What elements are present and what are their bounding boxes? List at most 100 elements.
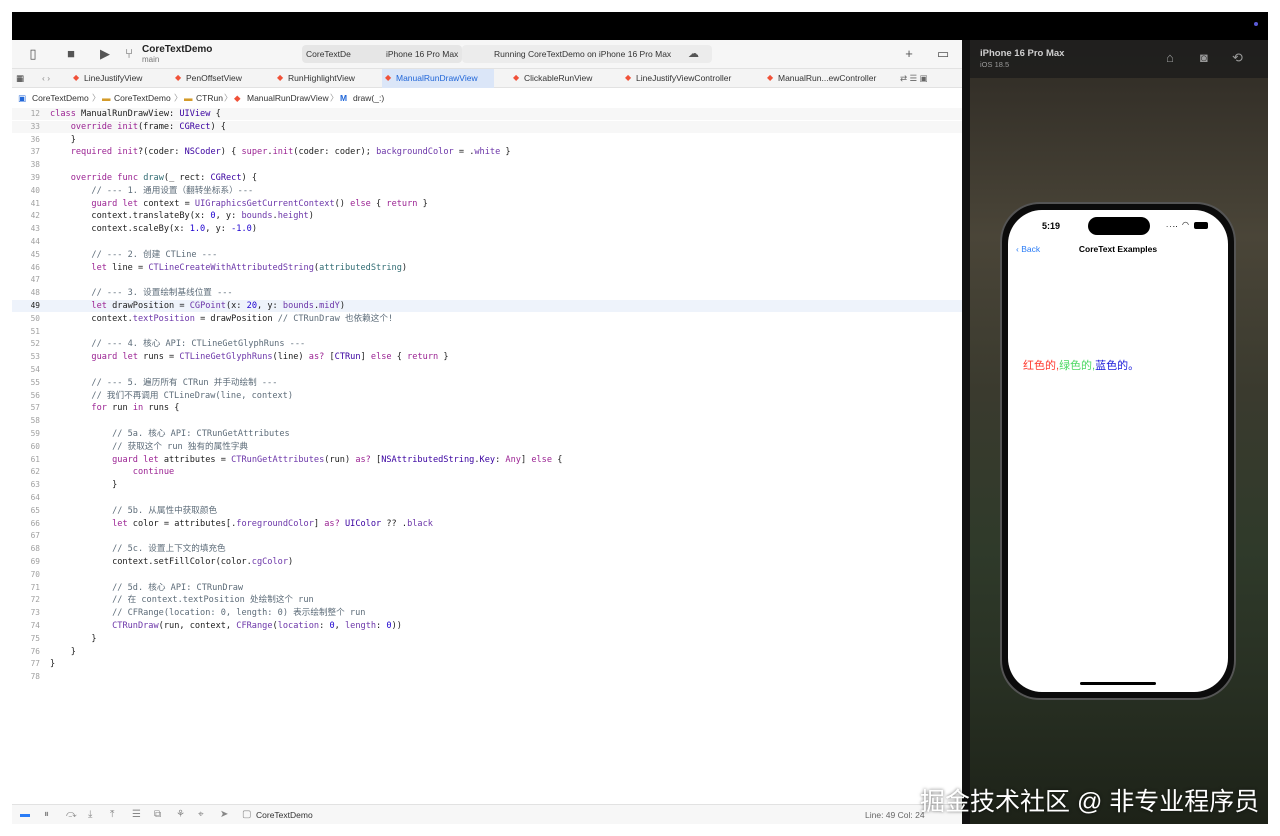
- code-line[interactable]: 65 // 5b. 从属性中获取颜色: [12, 505, 962, 517]
- editor-tabs: ▦ ‹ › ◆ LineJustifyView ◆ PenOffsetView ◆ R…: [12, 68, 962, 88]
- line-number: 38: [30, 160, 40, 170]
- code-line[interactable]: 48 // --- 3. 设置绘制基线位置 ---: [12, 287, 962, 299]
- environment-icon[interactable]: ⚘: [176, 808, 185, 822]
- code-line[interactable]: 44: [12, 236, 962, 248]
- code-line[interactable]: 37 required init?(coder: NSCoder) { supe…: [12, 146, 962, 158]
- tab-line-justify-view[interactable]: ◆ LineJustifyView: [70, 69, 162, 88]
- code-line[interactable]: 12 class ManualRunDrawView: UIView {: [12, 108, 962, 120]
- code-line[interactable]: 43 context.scaleBy(x: 1.0, y: -1.0): [12, 223, 962, 235]
- sidebar-toggle-icon[interactable]: ▯: [24, 45, 42, 63]
- code-line[interactable]: 61 guard let attributes = CTRunGetAttrib…: [12, 454, 962, 466]
- code-line[interactable]: 78: [12, 671, 962, 683]
- tab-clickable-run-view[interactable]: ◆ ClickableRunView: [510, 69, 610, 88]
- code-line[interactable]: 63 }: [12, 479, 962, 491]
- tab-line-justify-view-controller[interactable]: ◆ LineJustifyViewController: [622, 69, 752, 88]
- code-editor[interactable]: 12 class ManualRunDrawView: UIView {33 ov…: [12, 108, 962, 808]
- code-line[interactable]: 68 // 5c. 设置上下文的填充色: [12, 543, 962, 555]
- code-line[interactable]: 71 // 5d. 核心 API: CTRunDraw: [12, 582, 962, 594]
- code-text: // 5d. 核心 API: CTRunDraw: [112, 582, 244, 593]
- code-line[interactable]: 74 CTRunDraw(run, context, CFRange(locat…: [12, 620, 962, 632]
- code-line[interactable]: 45 // --- 2. 创建 CTLine ---: [12, 249, 962, 261]
- code-line[interactable]: 64: [12, 492, 962, 504]
- tab-manual-run-draw-view[interactable]: ◆ ManualRunDrawView: [382, 69, 494, 88]
- code-line[interactable]: 62 continue: [12, 466, 962, 478]
- line-number: 46: [30, 262, 40, 272]
- scheme-target[interactable]: CoreTextDe: [306, 45, 351, 63]
- cursor-position: Line: 49 Col: 24: [865, 810, 925, 820]
- run-icon[interactable]: ▶: [96, 45, 114, 63]
- code-line[interactable]: 72 // 在 context.textPosition 处绘制这个 run: [12, 594, 962, 606]
- code-text: // 在 context.textPosition 处绘制这个 run: [112, 595, 314, 606]
- breadcrumb-file[interactable]: ManualRunDrawView: [247, 90, 329, 106]
- inspector-toggle-icon[interactable]: ▭: [934, 45, 952, 63]
- code-text: }: [50, 480, 118, 491]
- editor-options-icon[interactable]: ⇄ ☰ ▣: [898, 69, 958, 88]
- nav-back-forward-icon[interactable]: ‹ ›: [38, 69, 66, 88]
- code-line[interactable]: 54: [12, 364, 962, 376]
- iphone-screen[interactable]: 5:19 ..‥ ◠ ‹ Back CoreText Examples 红色的,…: [1008, 210, 1228, 692]
- code-line[interactable]: 56 // 我们不再调用 CTLineDraw(line, context): [12, 390, 962, 402]
- code-line[interactable]: 59 // 5a. 核心 API: CTRunGetAttributes: [12, 428, 962, 440]
- code-line[interactable]: 66 let color = attributes[.foregroundCol…: [12, 518, 962, 530]
- code-line[interactable]: 75 }: [12, 633, 962, 645]
- cloud-icon[interactable]: ☁: [688, 45, 699, 63]
- breadcrumb-project[interactable]: CoreTextDemo: [32, 90, 89, 106]
- simulate-location-icon[interactable]: ⌖: [198, 808, 204, 822]
- code-line[interactable]: 50 context.textPosition = drawPosition /…: [12, 313, 962, 325]
- pause-icon[interactable]: ⏸: [44, 808, 49, 822]
- code-line[interactable]: 53 guard let runs = CTLineGetGlyphRuns(l…: [12, 351, 962, 363]
- branch-name: main: [142, 55, 160, 64]
- code-line[interactable]: 40 // --- 1. 通用设置（翻转坐标系）---: [12, 185, 962, 197]
- code-line[interactable]: 77}: [12, 658, 962, 670]
- scheme-device[interactable]: iPhone 16 Pro Max: [386, 45, 458, 63]
- code-line[interactable]: 69 context.setFillColor(color.cgColor): [12, 556, 962, 568]
- step-over-icon[interactable]: ⤼: [66, 808, 77, 822]
- location-arrow-icon[interactable]: ➤: [220, 808, 228, 822]
- code-line[interactable]: 52 // --- 4. 核心 API: CTLineGetGlyphRuns …: [12, 338, 962, 350]
- rotate-icon[interactable]: ⟲: [1232, 50, 1243, 66]
- code-line[interactable]: 36 }: [12, 134, 962, 146]
- code-line[interactable]: 51: [12, 326, 962, 338]
- code-line[interactable]: 42 context.translateBy(x: 0, y: bounds.h…: [12, 210, 962, 222]
- stop-icon[interactable]: ■: [62, 45, 80, 63]
- breadcrumb: ▣ CoreTextDemo 〉 ▬ CoreTextDemo 〉 ▬ CTRu…: [12, 90, 962, 106]
- home-icon[interactable]: ⌂: [1166, 50, 1174, 66]
- code-line[interactable]: 60 // 获取这个 run 独有的属性字典: [12, 441, 962, 453]
- project-title[interactable]: CoreTextDemo: [142, 44, 212, 55]
- breadcrumb-folder[interactable]: CoreTextDemo: [114, 90, 171, 106]
- code-line[interactable]: 67: [12, 530, 962, 542]
- screenshot-icon[interactable]: ◙: [1200, 50, 1208, 66]
- tab-manual-run-view-controller[interactable]: ◆ ManualRun...ewController: [764, 69, 889, 88]
- code-line[interactable]: 39 override func draw(_ rect: CGRect) {: [12, 172, 962, 184]
- code-line[interactable]: 58: [12, 415, 962, 427]
- step-out-icon[interactable]: ⤒: [110, 808, 114, 822]
- swift-file-icon: ◆: [513, 73, 520, 82]
- step-into-icon[interactable]: ⤓: [88, 808, 92, 822]
- pane-divider[interactable]: [962, 40, 970, 824]
- breadcrumb-group[interactable]: CTRun: [196, 90, 223, 106]
- scheme-selector[interactable]: CoreTextDe iPhone 16 Pro Max: [302, 45, 462, 63]
- line-number: 68: [30, 544, 40, 554]
- code-line[interactable]: 70: [12, 569, 962, 581]
- code-line[interactable]: 38: [12, 159, 962, 171]
- breadcrumb-method[interactable]: draw(_:): [353, 90, 384, 106]
- code-line[interactable]: 55 // --- 5. 遍历所有 CTRun 并手动绘制 ---: [12, 377, 962, 389]
- breakpoints-toggle-icon[interactable]: ▬: [20, 808, 30, 822]
- add-icon[interactable]: +: [900, 45, 918, 63]
- tab-run-highlight-view[interactable]: ◆ RunHighlightView: [274, 69, 374, 88]
- code-line[interactable]: 76 }: [12, 646, 962, 658]
- code-line[interactable]: 57 for run in runs {: [12, 402, 962, 414]
- grid-icon[interactable]: ▦: [12, 69, 36, 88]
- code-line[interactable]: 73 // CFRange(location: 0, length: 0) 表示…: [12, 607, 962, 619]
- tab-pen-offset-view[interactable]: ◆ PenOffsetView: [172, 69, 272, 88]
- memory-graph-icon[interactable]: ⧉: [154, 808, 161, 822]
- code-text: for run in runs {: [91, 403, 180, 414]
- breadcrumb-separator: 〉: [330, 93, 339, 103]
- code-line[interactable]: 47: [12, 274, 962, 286]
- code-line[interactable]: 46 let line = CTLineCreateWithAttributed…: [12, 262, 962, 274]
- home-indicator[interactable]: [1080, 682, 1156, 685]
- code-line[interactable]: 33 override init(frame: CGRect) {: [12, 120, 962, 133]
- code-line[interactable]: 49 let drawPosition = CGPoint(x: 20, y: …: [12, 300, 962, 312]
- view-hierarchy-icon[interactable]: ☰: [132, 808, 141, 822]
- code-line[interactable]: 41 guard let context = UIGraphicsGetCurr…: [12, 198, 962, 210]
